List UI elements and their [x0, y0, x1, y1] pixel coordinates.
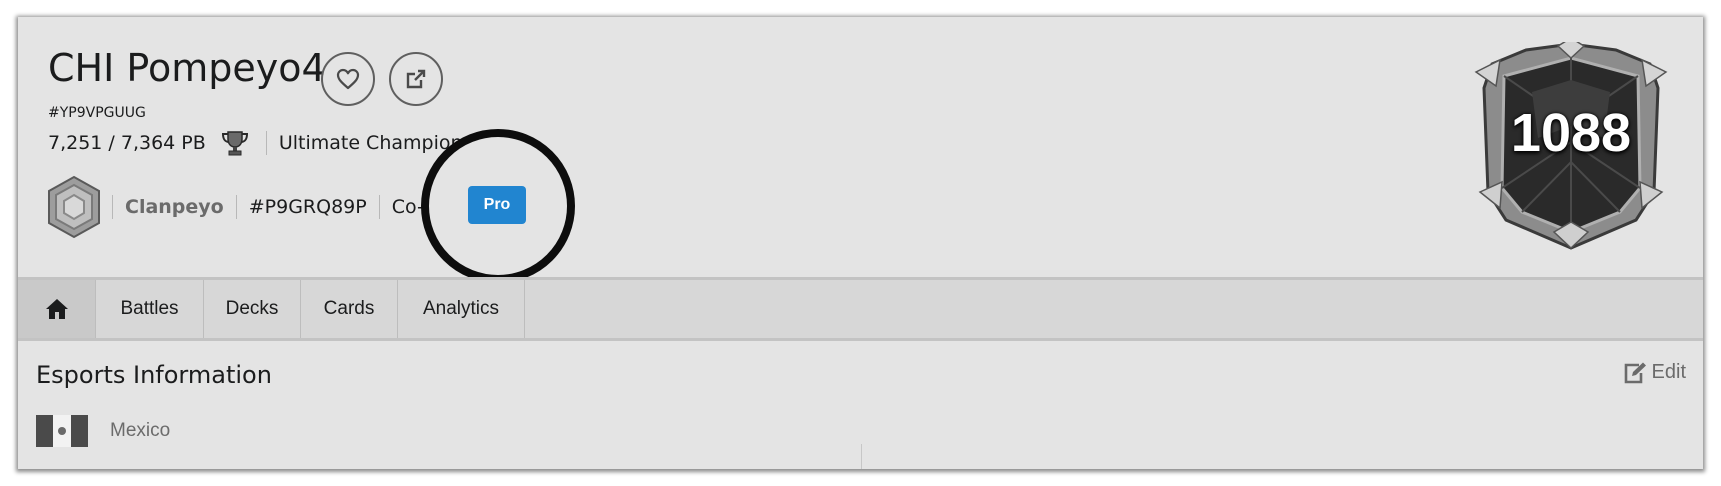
clan-name-link[interactable]: Clanpeyo — [125, 196, 224, 218]
mexico-flag-icon — [36, 415, 88, 447]
edit-label: Edit — [1651, 361, 1686, 383]
home-icon — [45, 299, 68, 319]
external-link-button[interactable] — [389, 52, 443, 106]
tab-home[interactable] — [18, 280, 96, 338]
player-profile-card: CHI Pompeyo4 #YP9VPGUUG 7,251 / 7,364 PB — [18, 17, 1703, 469]
clan-tag: #P9GRQ89P — [248, 196, 367, 218]
pro-badge[interactable]: Pro — [468, 186, 526, 224]
separator — [265, 131, 267, 155]
favorite-button[interactable] — [321, 52, 375, 106]
tab-analytics[interactable]: Analytics — [398, 280, 525, 338]
separator — [378, 195, 380, 219]
league-badge: 1088 — [1470, 37, 1672, 250]
tab-decks[interactable]: Decks — [204, 280, 301, 338]
trophy-icon — [220, 129, 250, 157]
profile-header: CHI Pompeyo4 #YP9VPGUUG 7,251 / 7,364 PB — [18, 17, 1703, 283]
clan-badge-icon[interactable] — [46, 175, 104, 239]
external-link-icon — [406, 69, 426, 89]
edit-icon — [1624, 362, 1646, 383]
trophy-count: 7,251 / 7,364 PB — [48, 132, 206, 154]
column-divider — [861, 444, 862, 469]
separator — [235, 195, 237, 219]
tab-cards[interactable]: Cards — [301, 280, 398, 338]
arena-name: Ultimate Champion — [278, 132, 463, 154]
separator — [112, 195, 113, 219]
player-name: CHI Pompeyo4 — [48, 46, 326, 90]
league-number: 1088 — [1510, 103, 1632, 163]
country-name: Mexico — [110, 420, 171, 441]
edit-button[interactable]: Edit — [1623, 361, 1686, 384]
heart-icon — [336, 68, 360, 90]
tab-menu: Battles Decks Cards Analytics — [18, 277, 1703, 341]
tab-battles[interactable]: Battles — [96, 280, 204, 338]
esports-section-title: Esports Information — [36, 361, 272, 389]
player-tag: #YP9VPGUUG — [48, 105, 146, 121]
trophy-line: 7,251 / 7,364 PB Ultimate Champion — [48, 128, 463, 158]
